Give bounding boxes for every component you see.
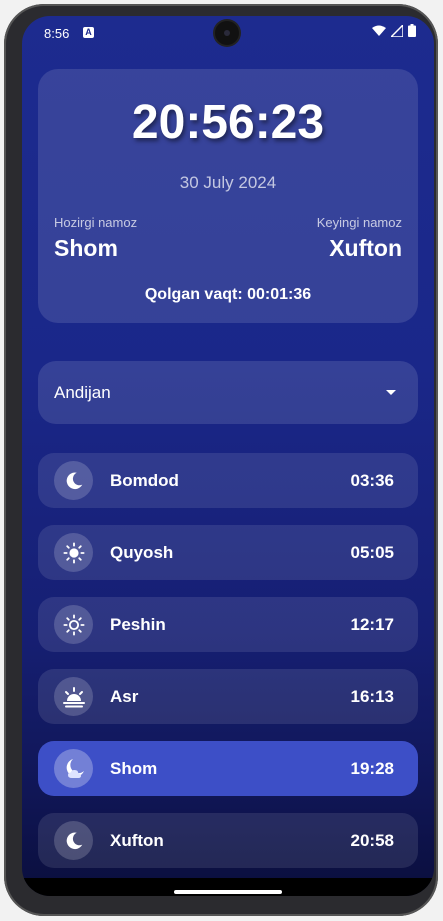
prayer-time: 19:28: [350, 759, 394, 778]
prayer-row-quyosh[interactable]: Quyosh 05:05: [38, 525, 418, 580]
moon-icon: [54, 461, 93, 500]
battery-icon: [408, 24, 416, 37]
prayer-time: 20:58: [350, 831, 394, 850]
prayer-time: 05:05: [350, 543, 394, 562]
dropdown-arrow-icon: [386, 390, 396, 395]
status-icons: [372, 24, 416, 37]
city-selected-value: Andijan: [54, 383, 111, 402]
prayer-name: Asr: [110, 687, 139, 706]
home-indicator[interactable]: [174, 890, 282, 894]
app-screen: 8:56 A 20:56:23 30 July 2024 Hozirgi nam…: [22, 16, 434, 896]
current-prayer-name: Shom: [54, 235, 118, 261]
prayer-time: 12:17: [350, 615, 394, 634]
remaining-time: Qolgan vaqt: 00:01:36: [144, 286, 312, 303]
sun-outline-icon: [54, 605, 93, 644]
sun-filled-icon: [54, 533, 93, 572]
prayer-name: Peshin: [110, 615, 166, 634]
prayer-name: Bomdod: [110, 471, 179, 490]
prayer-time: 16:13: [350, 687, 394, 706]
camera-cutout: [215, 21, 239, 45]
status-bar: 8:56 A: [22, 16, 434, 52]
prayer-name: Shom: [110, 759, 158, 778]
prayer-row-peshin[interactable]: Peshin 12:17: [38, 597, 418, 652]
prayer-summary-card: 20:56:23 30 July 2024 Hozirgi namoz Shom…: [38, 69, 418, 323]
prayer-row-shom[interactable]: Shom 19:28: [38, 741, 418, 796]
notification-icon: A: [83, 27, 94, 38]
next-prayer-name: Xufton: [329, 235, 402, 261]
prayer-row-asr[interactable]: Asr 16:13: [38, 669, 418, 724]
prayer-row-xufton[interactable]: Xufton 20:58: [38, 813, 418, 868]
phone-frame: 8:56 A 20:56:23 30 July 2024 Hozirgi nam…: [4, 4, 438, 916]
sunset-icon: [54, 677, 93, 716]
wifi-icon: [372, 25, 386, 36]
current-clock: 20:56:23: [131, 96, 325, 149]
prayer-time: 03:36: [350, 471, 394, 490]
moon-cloud-icon: [54, 749, 93, 788]
current-date: 30 July 2024: [179, 173, 277, 192]
status-time: 8:56: [44, 26, 70, 41]
next-prayer-label: Keyingi namoz: [316, 215, 402, 230]
prayer-row-bomdod[interactable]: Bomdod 03:36: [38, 453, 418, 508]
current-prayer-label: Hozirgi namoz: [54, 215, 138, 230]
city-dropdown[interactable]: Andijan: [38, 361, 418, 424]
prayer-name: Quyosh: [110, 543, 174, 562]
prayer-name: Xufton: [110, 831, 164, 850]
signal-icon: [391, 24, 403, 37]
moon-icon: [54, 821, 93, 860]
